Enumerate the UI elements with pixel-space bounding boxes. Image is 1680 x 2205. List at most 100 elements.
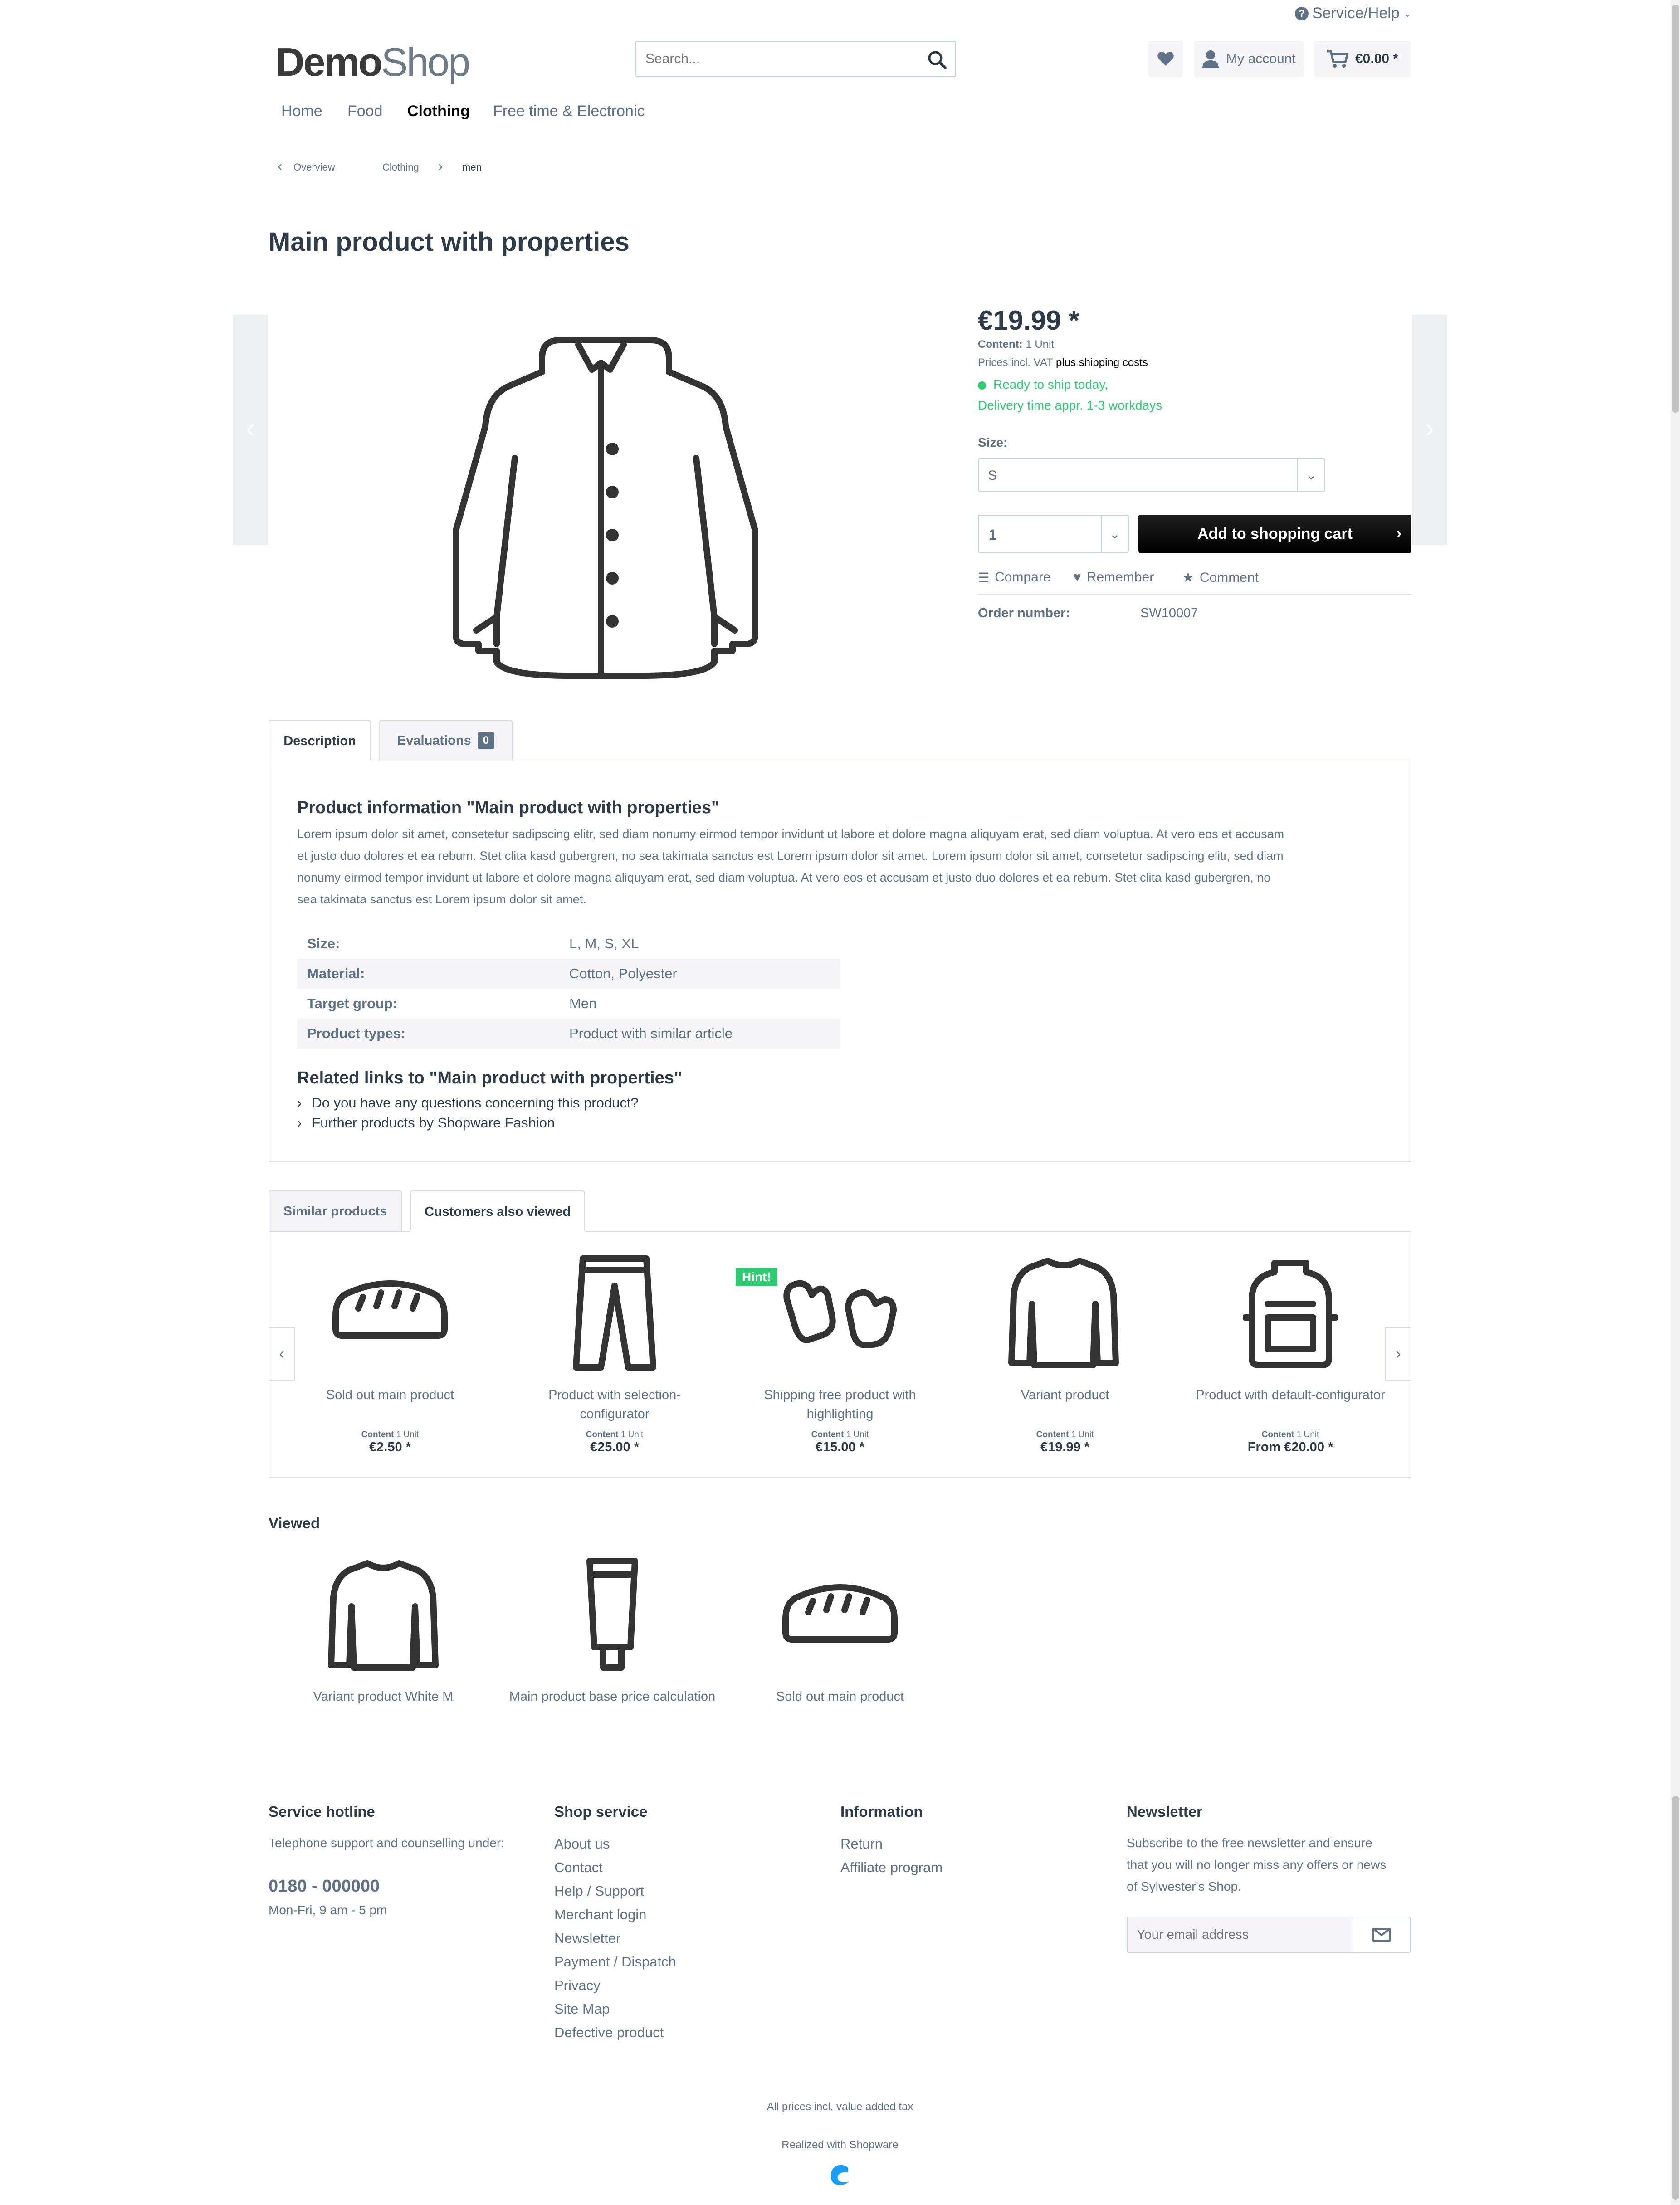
related-link[interactable]: › Do you have any questions concerning th…	[297, 1095, 639, 1111]
breadcrumb-men[interactable]: men	[462, 161, 482, 173]
shipping-costs-link[interactable]: plus shipping costs	[1056, 356, 1148, 369]
search-icon[interactable]	[927, 50, 947, 70]
footer-link[interactable]: Help / Support	[554, 1879, 676, 1903]
comment-button[interactable]: ★ Comment	[1182, 570, 1259, 585]
footer-link[interactable]: Privacy	[554, 1974, 676, 1997]
cart-total: €0.00 *	[1355, 51, 1399, 66]
nav-free-time-electronic[interactable]: Free time & Electronic	[493, 102, 645, 120]
tab-description[interactable]: Description	[269, 720, 371, 761]
compare-label: Compare	[995, 570, 1051, 585]
newsletter-email-input[interactable]	[1128, 1917, 1354, 1952]
remember-button[interactable]: ♥ Remember	[1073, 570, 1154, 585]
product-card[interactable]: Product with default-configurator Conten…	[1188, 1385, 1392, 1455]
add-to-cart-label: Add to shopping cart	[1197, 525, 1353, 542]
footer-link[interactable]: Contact	[554, 1856, 676, 1879]
add-to-cart-button[interactable]: Add to shopping cart ›	[1138, 515, 1411, 553]
breadcrumb-clothing[interactable]: Clothing	[382, 161, 419, 173]
product-card[interactable]: Shipping free product with highlighting …	[749, 1385, 931, 1455]
property-row: Size: L, M, S, XL	[297, 929, 840, 959]
newsletter-line: that you will no longer miss any offers …	[1127, 1858, 1387, 1872]
description-line: et justo duo dolores et ea rebum. Stet c…	[297, 849, 1284, 863]
image-next-button[interactable]: ›	[1412, 315, 1447, 545]
footer-link[interactable]: Affiliate program	[840, 1856, 943, 1879]
footer-phone[interactable]: 0180 - 000000	[269, 1877, 380, 1896]
service-help-menu[interactable]: ? Service/Help ⌄	[1295, 5, 1411, 22]
newsletter-line: of Sylwester's Shop.	[1127, 1879, 1241, 1893]
nav-food[interactable]: Food	[347, 102, 383, 120]
footer-hotline-text: Telephone support and counselling under:	[269, 1836, 504, 1850]
logo-shop: Shop	[381, 39, 471, 84]
carousel-prev-button[interactable]: ‹	[269, 1327, 295, 1381]
backpack-icon[interactable]	[1243, 1254, 1338, 1372]
product-card[interactable]: Product with selection- configurator Con…	[524, 1385, 705, 1455]
tab-evaluations[interactable]: Evaluations 0	[379, 720, 513, 761]
scrollbar-thumb[interactable]	[1672, 5, 1679, 413]
viewed-heading: Viewed	[269, 1515, 320, 1532]
content-label: Content	[1036, 1430, 1069, 1439]
footer-link[interactable]: Payment / Dispatch	[554, 1950, 676, 1974]
carousel-next-button[interactable]: ›	[1385, 1327, 1411, 1381]
viewed-item[interactable]: Main product base price calculation	[476, 1687, 748, 1706]
account-button[interactable]: My account	[1194, 41, 1304, 77]
heart-icon: ♥	[1073, 570, 1081, 585]
tab-similar-products[interactable]: Similar products	[269, 1190, 402, 1231]
logo-demo: Demo	[276, 39, 382, 84]
sweater-icon[interactable]	[1007, 1254, 1120, 1372]
realized-with-shopware[interactable]: Realized with Shopware	[0, 2139, 1680, 2151]
content-label: Content	[586, 1430, 619, 1439]
shop-logo[interactable]: DemoShop	[276, 39, 471, 85]
user-icon	[1202, 50, 1219, 68]
bread-icon[interactable]	[781, 1583, 899, 1646]
footer-link[interactable]: Defective product	[554, 2021, 676, 2044]
footer-link[interactable]: About us	[554, 1832, 676, 1856]
sweater-icon[interactable]	[327, 1556, 440, 1674]
breadcrumb-overview[interactable]: Overview	[293, 161, 335, 173]
image-prev-button[interactable]: ‹	[233, 315, 268, 545]
order-number-label: Order number:	[978, 606, 1070, 620]
chevron-left-icon: ‹	[278, 159, 282, 174]
footer-link[interactable]: Newsletter	[554, 1927, 676, 1950]
bread-icon[interactable]	[331, 1279, 449, 1342]
nav-clothing[interactable]: Clothing	[407, 102, 470, 120]
cart-button[interactable]: €0.00 *	[1314, 41, 1411, 77]
compare-icon: ☰	[978, 570, 990, 585]
service-help-label: Service/Help	[1312, 5, 1400, 22]
product-price: €15.00 *	[815, 1440, 865, 1454]
mittens-icon[interactable]	[780, 1277, 903, 1354]
jacket-icon[interactable]	[442, 327, 769, 685]
tube-icon[interactable]	[583, 1556, 642, 1674]
footer-link[interactable]: Return	[840, 1832, 943, 1856]
tab-similar-label: Similar products	[283, 1204, 387, 1219]
product-price: €2.50 *	[369, 1440, 411, 1454]
newsletter-submit-button[interactable]	[1353, 1917, 1410, 1952]
product-name-line2	[299, 1405, 481, 1424]
content-label: Content	[811, 1430, 844, 1439]
tab-customers-also-viewed[interactable]: Customers also viewed	[410, 1190, 585, 1232]
scrollbar-thumb-lower[interactable]	[1672, 1796, 1679, 2200]
viewed-item[interactable]: Sold out main product	[727, 1687, 953, 1706]
footer-link[interactable]: Merchant login	[554, 1903, 676, 1927]
page-title: Main product with properties	[269, 227, 630, 257]
quantity-select[interactable]: 1 ⌄	[978, 515, 1129, 553]
tab-joiner	[410, 1231, 585, 1233]
heart-icon	[1157, 52, 1174, 66]
search-input[interactable]	[636, 42, 908, 76]
viewed-item[interactable]: Variant product White M	[270, 1687, 497, 1706]
shopware-logo-icon[interactable]	[827, 2162, 853, 2188]
property-row: Target group: Men	[297, 989, 840, 1019]
wishlist-button[interactable]	[1148, 41, 1183, 77]
footer-link[interactable]: Site Map	[554, 1997, 676, 2021]
size-select[interactable]: S ⌄	[978, 458, 1325, 492]
related-link[interactable]: › Further products by Shopware Fashion	[297, 1115, 555, 1131]
footer-hours: Mon-Fri, 9 am - 5 pm	[269, 1903, 387, 1917]
related-link-label: Further products by Shopware Fashion	[312, 1115, 555, 1131]
newsletter-form	[1127, 1917, 1411, 1953]
chevron-right-icon: ›	[1396, 525, 1402, 542]
product-card[interactable]: Sold out main product Content 1 Unit €2.…	[299, 1385, 481, 1455]
trousers-icon[interactable]	[569, 1254, 660, 1372]
nav-home[interactable]: Home	[281, 102, 322, 120]
related-link-label: Do you have any questions concerning thi…	[312, 1095, 639, 1111]
compare-button[interactable]: ☰ Compare	[978, 570, 1051, 585]
product-card[interactable]: Variant product Content 1 Unit €19.99 *	[974, 1385, 1156, 1455]
property-key: Material:	[307, 966, 365, 981]
